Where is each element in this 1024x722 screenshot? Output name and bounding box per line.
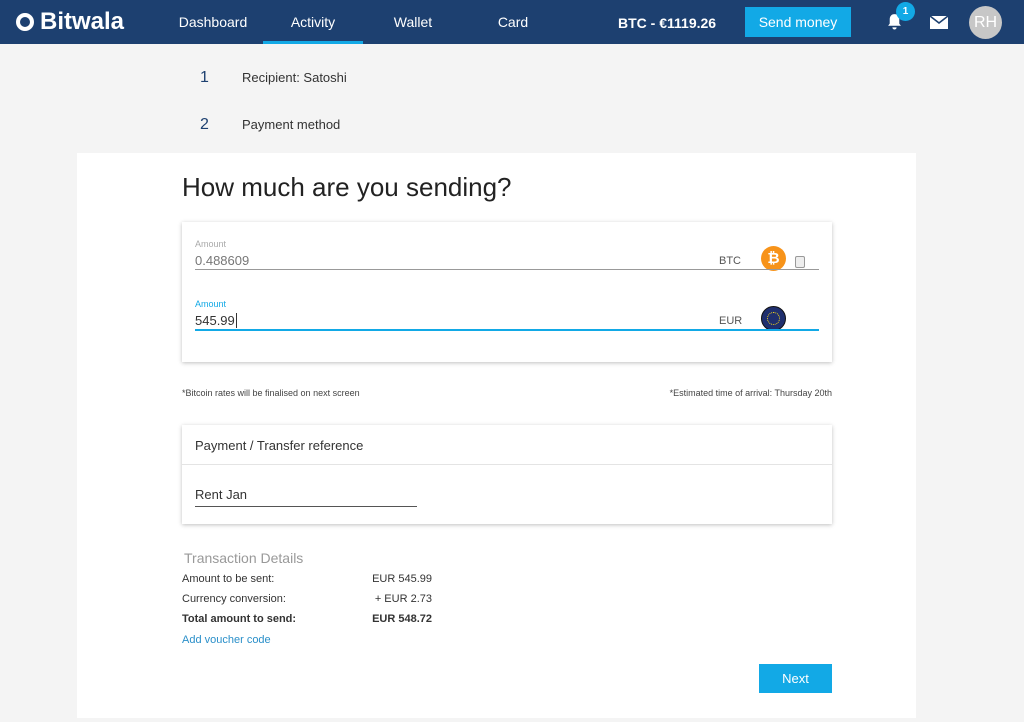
detail-label: Amount to be sent: — [182, 573, 275, 585]
detail-label: Currency conversion: — [182, 593, 286, 605]
btc-rate: BTC - €1119.26 — [618, 15, 717, 31]
reference-input[interactable]: Rent Jan — [195, 487, 417, 507]
nav-activity[interactable]: Activity — [263, 0, 363, 44]
field-underline — [195, 329, 819, 331]
top-nav-bar: Bitwala Dashboard Activity Wallet Card B… — [0, 0, 1024, 44]
field-underline — [195, 269, 819, 270]
step-number: 2 — [200, 116, 209, 133]
text-cursor — [235, 313, 237, 328]
notification-badge: 1 — [896, 2, 915, 21]
mail-icon[interactable] — [930, 16, 948, 29]
arrival-note: *Estimated time of arrival: Thursday 20t… — [669, 388, 832, 398]
eur-amount-field[interactable]: Amount 545.99 EUR — [195, 299, 819, 331]
transaction-details-title: Transaction Details — [184, 550, 304, 566]
step-label: Recipient: Satoshi — [242, 70, 347, 85]
clipboard-icon[interactable] — [795, 256, 805, 268]
field-label: Amount — [195, 299, 227, 309]
send-money-button[interactable]: Send money — [745, 7, 851, 37]
page-title: How much are you sending? — [182, 172, 512, 202]
avatar[interactable]: RH — [969, 6, 1002, 39]
eur-amount-input[interactable]: 545.99 — [195, 313, 237, 328]
detail-label: Total amount to send: — [182, 613, 297, 625]
nav-wallet[interactable]: Wallet — [363, 0, 463, 44]
detail-row-total: Total amount to send: EUR 548.72 — [182, 613, 432, 625]
amount-box: Amount 0.488609 BTC ₿ Amount 545.99 EUR — [182, 222, 832, 362]
bitcoin-icon: ₿ — [761, 246, 786, 271]
add-voucher-link[interactable]: Add voucher code — [182, 634, 271, 646]
bitwala-logo[interactable]: Bitwala — [16, 8, 124, 36]
currency-label: BTC — [719, 255, 741, 267]
detail-value: EUR 545.99 — [372, 573, 432, 585]
detail-row: Amount to be sent: EUR 545.99 — [182, 573, 432, 585]
detail-value: + EUR 2.73 — [374, 593, 432, 605]
detail-value: EUR 548.72 — [372, 613, 432, 625]
detail-row: Currency conversion: + EUR 2.73 — [182, 593, 432, 605]
nav-dashboard[interactable]: Dashboard — [163, 0, 263, 44]
eu-flag-icon — [761, 306, 786, 331]
rate-note: *Bitcoin rates will be finalised on next… — [182, 388, 360, 398]
field-label: Amount — [195, 239, 227, 249]
logo-icon — [16, 13, 34, 31]
step-number: 1 — [200, 69, 209, 86]
eur-value: 545.99 — [195, 313, 235, 328]
currency-label: EUR — [719, 315, 743, 327]
reference-title: Payment / Transfer reference — [182, 425, 832, 465]
reference-box: Payment / Transfer reference Rent Jan — [182, 425, 832, 524]
step-recipient[interactable]: 1 Recipient: Satoshi — [200, 69, 347, 87]
brand-name: Bitwala — [40, 8, 125, 35]
nav-card[interactable]: Card — [463, 0, 563, 44]
btc-amount-field[interactable]: Amount 0.488609 BTC ₿ — [195, 239, 819, 271]
btc-amount-input[interactable]: 0.488609 — [195, 253, 249, 268]
step-label: Payment method — [242, 117, 341, 132]
next-button[interactable]: Next — [759, 664, 832, 693]
step-payment-method[interactable]: 2 Payment method — [200, 116, 340, 134]
